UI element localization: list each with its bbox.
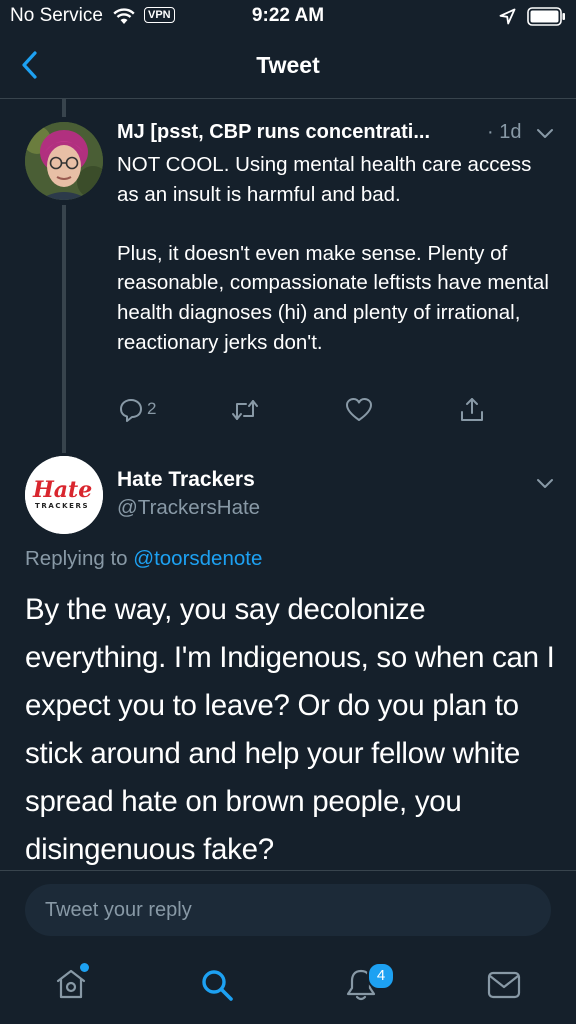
tweet-age: · 1d: [487, 121, 522, 143]
home-unread-dot: [80, 963, 89, 972]
author-name[interactable]: Hate Trackers: [117, 468, 255, 492]
status-bar: No Service VPN 9:22 AM: [0, 0, 576, 34]
replying-prefix: Replying to: [25, 547, 134, 570]
chevron-down-icon[interactable]: [534, 124, 556, 142]
tweet-text: NOT COOL. Using mental health care acces…: [117, 153, 549, 354]
share-icon[interactable]: [458, 396, 486, 424]
avatar[interactable]: [25, 122, 103, 200]
status-time: 9:22 AM: [251, 5, 325, 26]
avatar-hate-trackers-logo[interactable]: Hate TRACKERS: [25, 456, 103, 534]
search-icon[interactable]: [199, 967, 235, 1003]
author-handle[interactable]: @TrackersHate: [117, 496, 260, 520]
retweet-icon[interactable]: [230, 397, 260, 423]
thread-connector-top: [62, 99, 66, 117]
replying-to-mention[interactable]: @toorsdenote: [133, 547, 262, 570]
reply-icon[interactable]: [118, 397, 144, 423]
svg-text:Hate: Hate: [32, 477, 92, 503]
chevron-down-icon[interactable]: [534, 474, 556, 492]
author-name[interactable]: MJ [psst, CBP runs concentrati...: [117, 121, 430, 144]
notification-count-badge: 4: [367, 962, 395, 990]
home-icon[interactable]: [54, 967, 88, 1001]
location-arrow-icon: [499, 8, 516, 25]
thread-connector: [62, 205, 66, 453]
battery-icon: [527, 7, 567, 26]
svg-text:TRACKERS: TRACKERS: [35, 502, 89, 510]
nav-bar: Tweet: [0, 34, 576, 99]
replying-to-label: Replying to @toorsdenote: [25, 547, 262, 571]
tweet-text: By the way, you say decolonize everythin…: [25, 593, 555, 866]
reply-count: 2: [147, 399, 157, 418]
page-title: Tweet: [256, 52, 320, 78]
reply-placeholder: Tweet your reply: [45, 899, 192, 921]
reply-input[interactable]: Tweet your reply: [25, 884, 551, 936]
heart-icon[interactable]: [345, 397, 373, 423]
envelope-icon[interactable]: [486, 969, 522, 1001]
